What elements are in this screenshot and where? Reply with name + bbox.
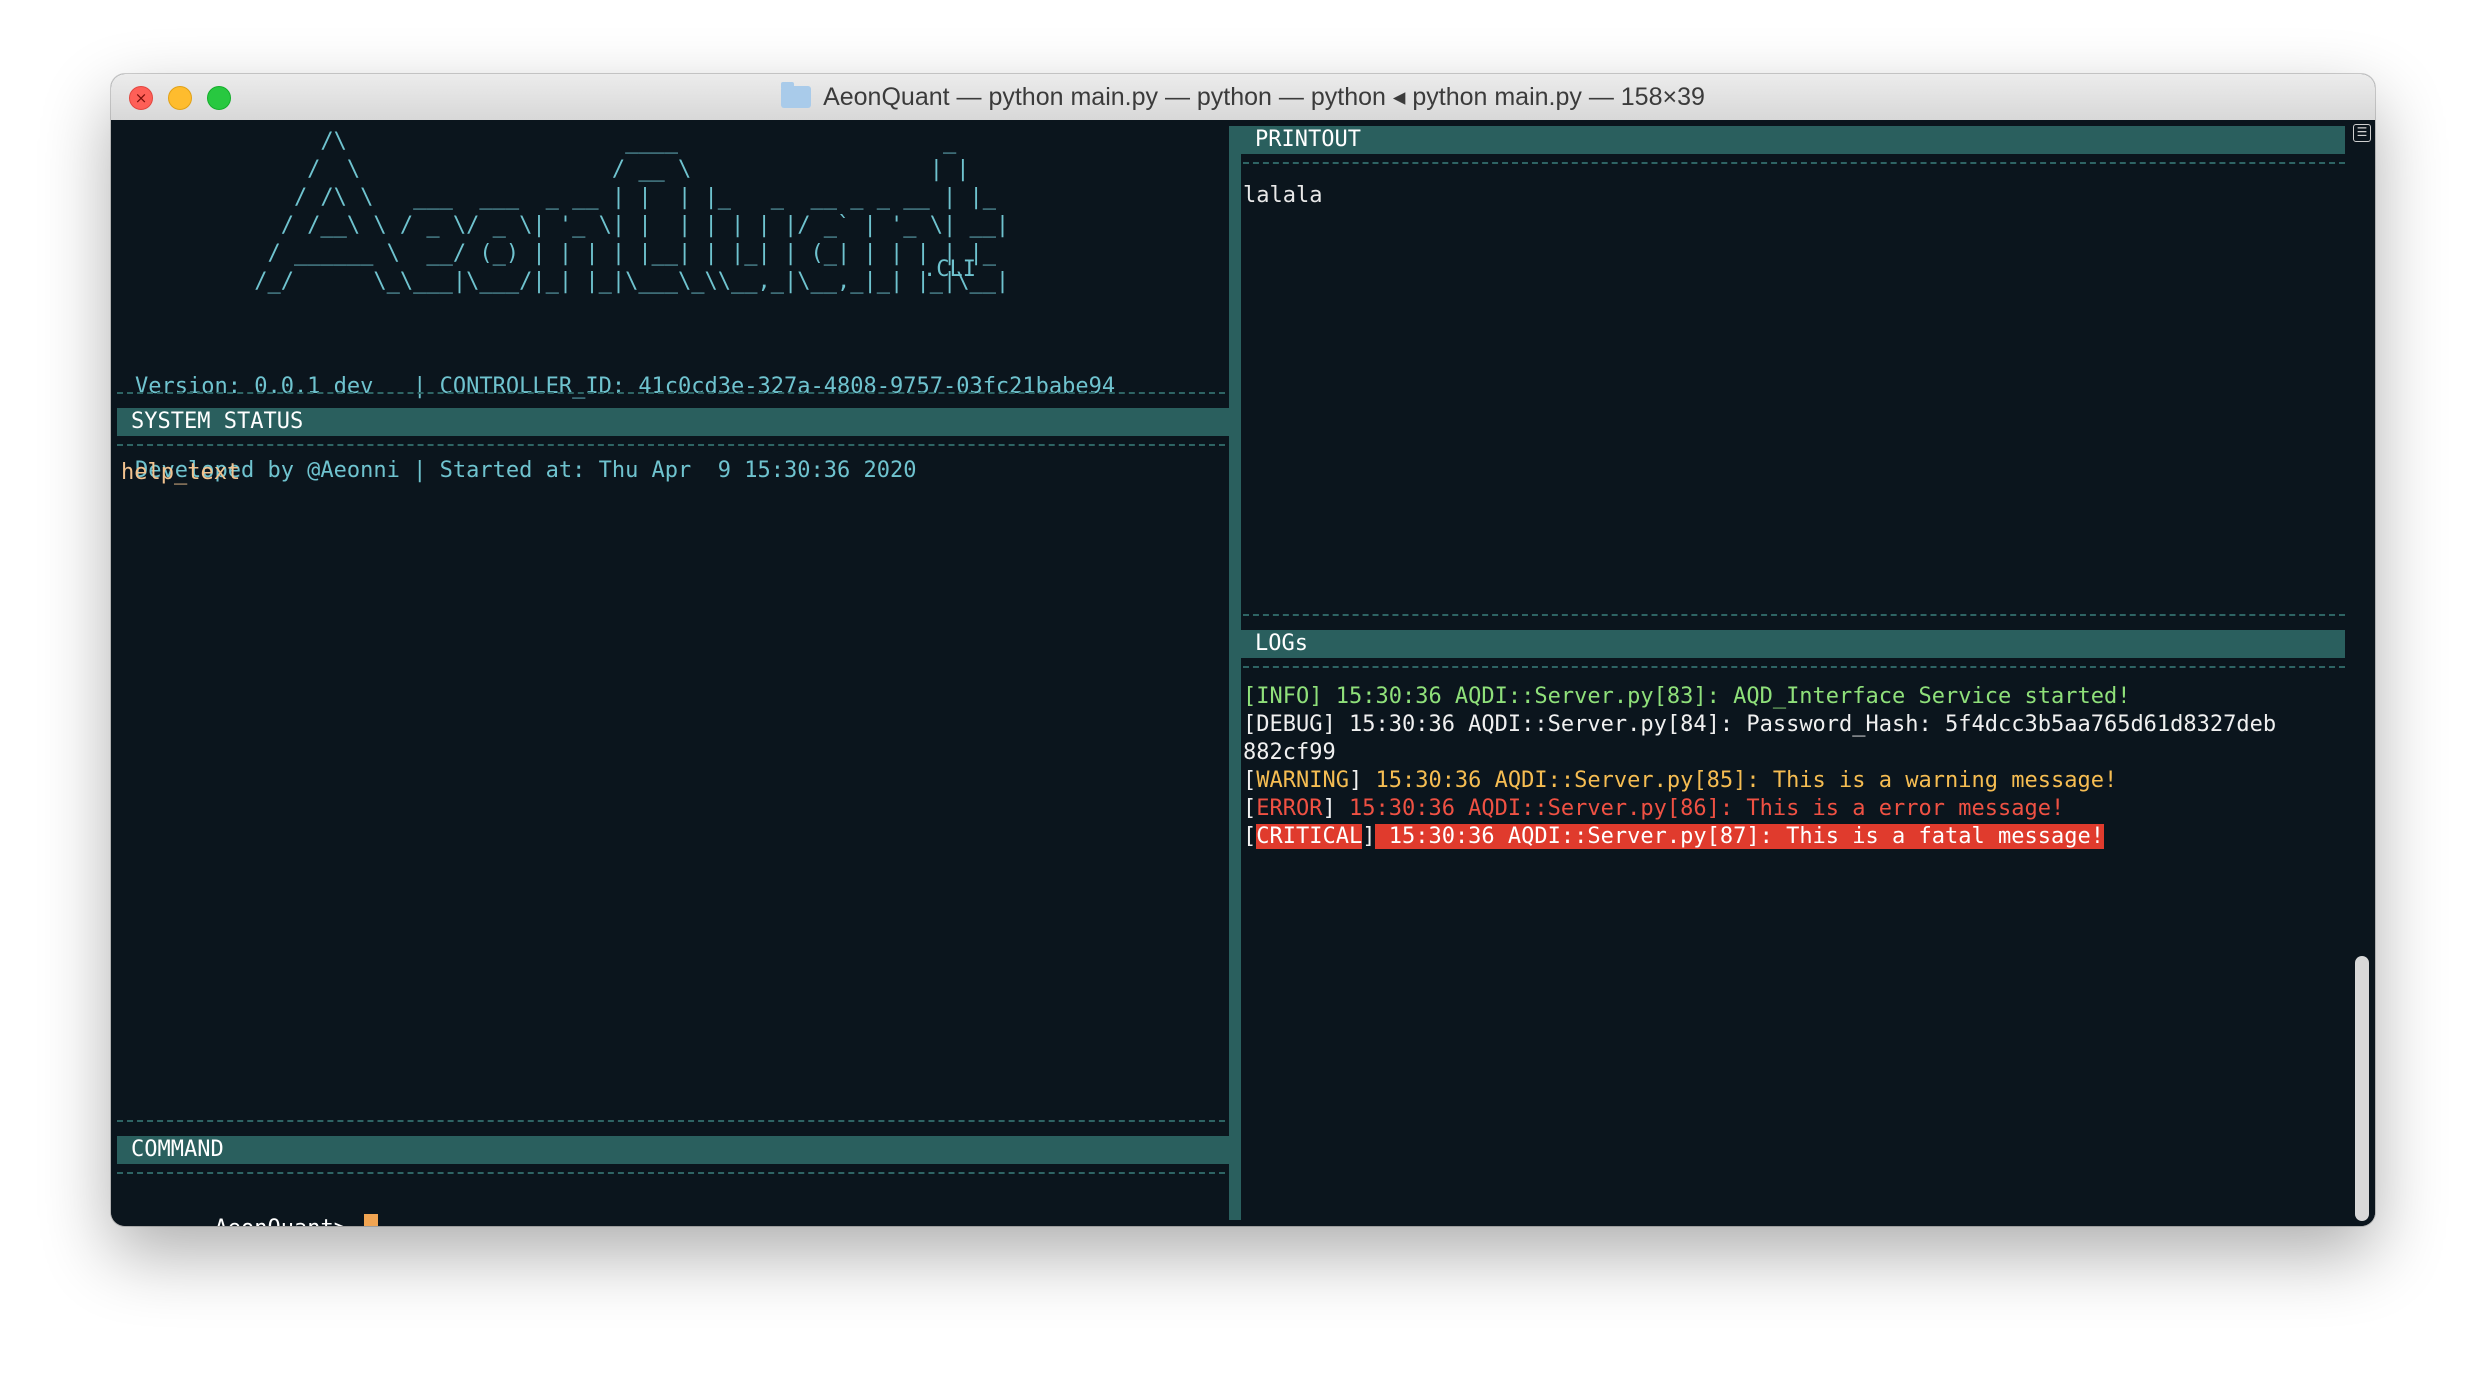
title-bar[interactable]: × AeonQuant — python main.py — python — …: [111, 74, 2375, 121]
developer-line: Developed by @Aeonni | Started at: Thu A…: [135, 458, 917, 483]
printout-body: lalala: [1243, 183, 1323, 208]
scrollbar-thumb[interactable]: [2355, 956, 2369, 1221]
command-prompt: AeonQuant>: [214, 1216, 360, 1226]
log-entry-debug: [DEBUG] 15:30:36 AQDI::Server.py[84]: Pa…: [1243, 712, 2277, 737]
folder-icon: [781, 82, 812, 108]
log-entry-warning: [WARNING] 15:30:36 AQDI::Server.py[85]: …: [1243, 768, 2118, 793]
window-title-area: AeonQuant — python main.py — python — py…: [111, 74, 2375, 120]
system-status-header: SYSTEM STATUS: [117, 408, 1229, 436]
version-line: Version: 0.0.1 dev | CONTROLLER_ID: 41c0…: [135, 374, 1116, 399]
log-entry-critical: [CRITICAL] 15:30:36 AQDI::Server.py[87]:…: [1243, 824, 2104, 849]
separator: [1243, 614, 2345, 616]
printout-title: PRINTOUT: [1255, 127, 1361, 152]
log-entry-error: [ERROR] 15:30:36 AQDI::Server.py[86]: Th…: [1243, 796, 2065, 821]
logs-title: LOGs: [1255, 631, 1308, 656]
command-title: COMMAND: [131, 1137, 224, 1162]
log-message: 15:30:36 AQDI::Server.py[83]: AQD_Interf…: [1322, 684, 2131, 709]
log-level: CRITICAL: [1256, 824, 1363, 849]
separator: [1243, 666, 2345, 668]
separator: [117, 1172, 1225, 1174]
separator: [117, 392, 1225, 394]
terminal-window: × AeonQuant — python main.py — python — …: [111, 74, 2375, 1226]
log-message: 15:30:36 AQDI::Server.py[84]: Password_H…: [1335, 712, 2277, 737]
pane-divider[interactable]: [1229, 126, 1241, 1220]
log-entry-debug-wrap: 882cf99: [1243, 740, 1336, 765]
scrollbar[interactable]: ☰: [2349, 120, 2375, 1226]
logs-header: LOGs: [1241, 630, 2345, 658]
log-level: INFO: [1256, 684, 1310, 709]
log-message: 15:30:36 AQDI::Server.py[86]: This is a …: [1335, 796, 2065, 821]
log-level: WARNING: [1256, 768, 1349, 793]
log-level: ERROR: [1256, 796, 1323, 821]
window-title: AeonQuant — python main.py — python — py…: [823, 83, 1705, 111]
log-entry-info: [INFO] 15:30:36 AQDI::Server.py[83]: AQD…: [1243, 684, 2131, 709]
separator: [117, 444, 1225, 446]
log-message: 15:30:36 AQDI::Server.py[85]: This is a …: [1362, 768, 2118, 793]
text-cursor[interactable]: [364, 1214, 379, 1226]
logo-suffix: .CLI: [923, 257, 976, 282]
printout-header: PRINTOUT: [1241, 126, 2345, 154]
system-status-body: help_text: [121, 460, 241, 485]
log-message: 15:30:36 AQDI::Server.py[87]: This is a …: [1375, 824, 2104, 849]
command-line[interactable]: AeonQuant>: [135, 1186, 379, 1226]
log-level: DEBUG: [1256, 712, 1323, 737]
terminal-content[interactable]: /\ ____ _ / \ / __ \ | | / /\ \ ___ ___ …: [111, 120, 2375, 1226]
system-status-title: SYSTEM STATUS: [131, 409, 304, 434]
ascii-logo: /\ ____ _ / \ / __ \ | | / /\ \ ___ ___ …: [254, 129, 1010, 294]
separator: [1243, 162, 2345, 164]
separator: [117, 1120, 1225, 1122]
command-header: COMMAND: [117, 1136, 1229, 1164]
split-pane-icon[interactable]: ☰: [2353, 124, 2371, 142]
